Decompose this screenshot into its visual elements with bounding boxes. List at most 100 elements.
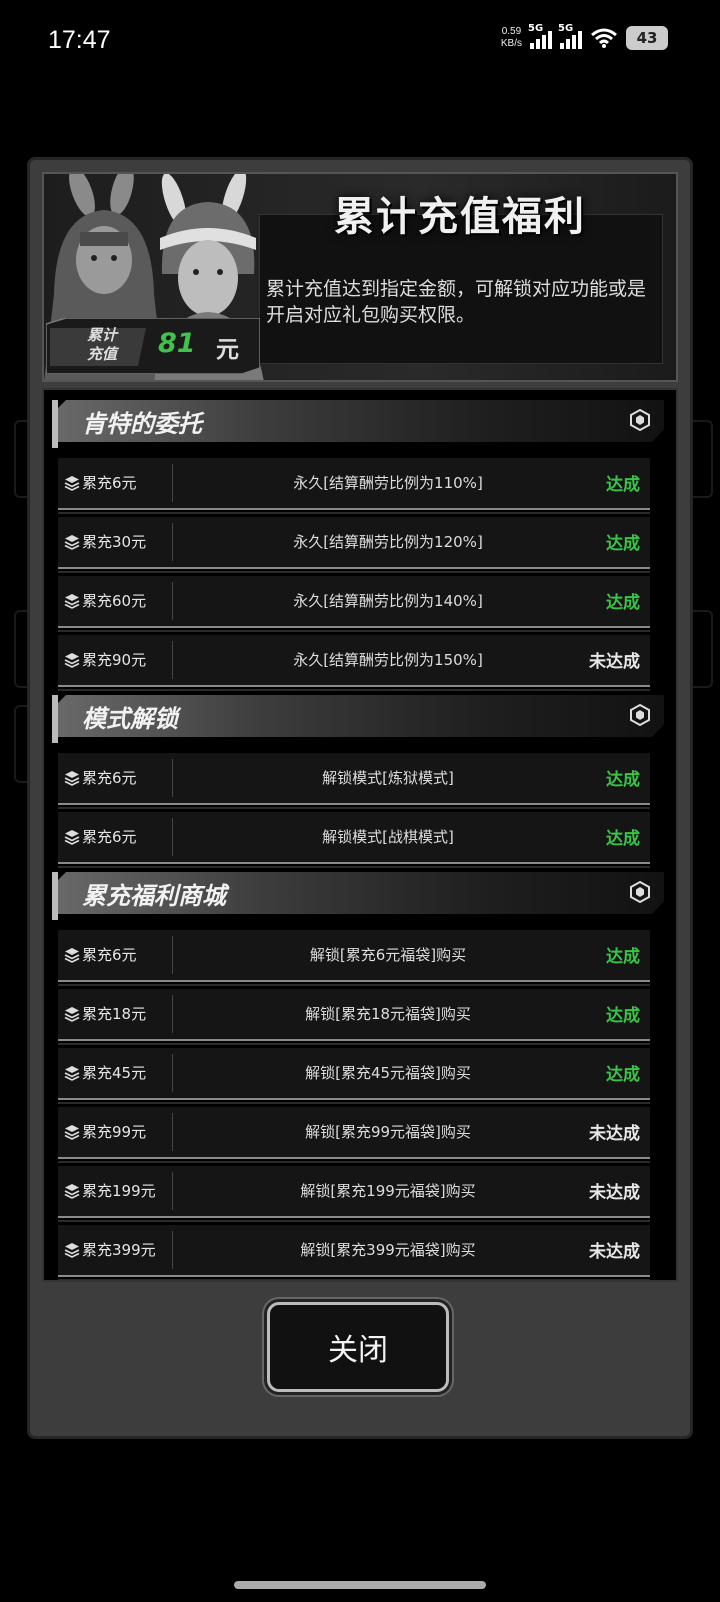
- recharge-rewards-dialog: 累计充值福利 累计充值达到指定金额，可解锁对应功能或是开启对应礼包购买权限。 累…: [27, 157, 693, 1439]
- dialog-description: 累计充值达到指定金额，可解锁对应功能或是开启对应礼包购买权限。: [266, 278, 647, 326]
- home-indicator[interactable]: [234, 1581, 486, 1589]
- reward-row: 累充6元 解锁[累充6元福袋]购买 达成: [58, 930, 650, 986]
- row-status: 未达成: [589, 1124, 640, 1144]
- rewards-list[interactable]: 肯特的委托 累充6元 永久[结算酬劳比例为110%] 达成 累充30元 永久[结算酬劳比例…: [42, 388, 678, 1282]
- layers-icon: [64, 534, 80, 550]
- reward-row: 累充399元 解锁[累充399元福袋]购买 未达成: [58, 1225, 650, 1280]
- row-divider: [172, 1054, 173, 1092]
- network-speed: 0.59 KB/s: [500, 26, 522, 49]
- row-status: 达成: [606, 475, 640, 495]
- reward-row: 累充6元 解锁模式[战棋模式] 达成: [58, 812, 650, 868]
- row-requirement: 累充6元: [82, 474, 137, 492]
- row-requirement: 累充90元: [82, 651, 147, 669]
- reward-row: 累充90元 永久[结算酬劳比例为150%] 未达成: [58, 635, 650, 691]
- row-reward: 解锁模式[炼狱模式]: [322, 769, 454, 787]
- row-reward: 解锁[累充6元福袋]购买: [309, 946, 467, 964]
- row-status: 未达成: [589, 1183, 640, 1203]
- status-time: 17:47: [48, 26, 111, 54]
- row-reward: 解锁模式[战棋模式]: [322, 828, 454, 846]
- total-recharge-unit: 元: [216, 337, 239, 363]
- reward-row: 累充99元 解锁[累充99元福袋]购买 未达成: [58, 1107, 650, 1163]
- row-reward: 解锁[累充199元福袋]购买: [300, 1182, 476, 1200]
- layers-icon: [64, 652, 80, 668]
- row-requirement: 累充6元: [82, 769, 137, 787]
- section-edge: [52, 695, 58, 743]
- section-title: 累充福利商城: [82, 882, 226, 910]
- layers-icon: [64, 1242, 80, 1258]
- row-status: 达成: [606, 534, 640, 554]
- layers-icon: [64, 947, 80, 963]
- row-status: 达成: [606, 1006, 640, 1026]
- row-reward: 解锁[累充18元福袋]购买: [305, 1005, 471, 1023]
- reward-row: 累充199元 解锁[累充199元福袋]购买 未达成: [58, 1166, 650, 1222]
- row-status: 未达成: [589, 1242, 640, 1262]
- row-divider: [172, 641, 173, 679]
- row-requirement: 累充45元: [82, 1064, 147, 1082]
- row-status: 达成: [606, 1065, 640, 1085]
- total-recharge-label: 累计 充值: [86, 326, 117, 363]
- row-divider: [172, 995, 173, 1033]
- row-divider: [172, 464, 173, 502]
- section-header: 肯特的委托: [52, 400, 664, 448]
- row-status: 未达成: [589, 652, 640, 672]
- status-bar: 17:47 0.59 KB/s 5G 5G 43: [0, 0, 720, 80]
- reward-row: 累充18元 解锁[累充18元福袋]购买 达成: [58, 989, 650, 1045]
- total-recharge-value: 81: [158, 328, 196, 359]
- dialog-header: 累计充值福利 累计充值达到指定金额，可解锁对应功能或是开启对应礼包购买权限。 累…: [42, 172, 678, 382]
- layers-icon: [64, 829, 80, 845]
- row-divider: [172, 582, 173, 620]
- row-divider: [172, 523, 173, 561]
- hexagon-icon: [628, 880, 652, 904]
- layers-icon: [64, 475, 80, 491]
- reward-row: 累充6元 永久[结算酬劳比例为110%] 达成: [58, 458, 650, 514]
- row-requirement: 累充6元: [82, 828, 137, 846]
- row-divider: [172, 1172, 173, 1210]
- section-edge: [52, 400, 58, 448]
- reward-row: 累充45元 解锁[累充45元福袋]购买 达成: [58, 1048, 650, 1104]
- layers-icon: [64, 1124, 80, 1140]
- row-divider: [172, 818, 173, 856]
- layers-icon: [64, 1006, 80, 1022]
- reward-row: 累充6元 解锁模式[炼狱模式] 达成: [58, 753, 650, 809]
- row-divider: [172, 1113, 173, 1151]
- layers-icon: [64, 1183, 80, 1199]
- layers-icon: [64, 1065, 80, 1081]
- total-recharge-box: 累计 充值 81 元: [46, 318, 260, 374]
- section-edge: [52, 872, 58, 920]
- battery-icon: 43: [626, 26, 668, 50]
- row-status: 达成: [606, 829, 640, 849]
- dialog-title: 累计充值福利: [334, 194, 586, 240]
- row-requirement: 累充30元: [82, 533, 147, 551]
- layers-icon: [64, 770, 80, 786]
- row-status: 达成: [606, 947, 640, 967]
- row-requirement: 累充199元: [82, 1182, 156, 1200]
- row-reward: 解锁[累充99元福袋]购买: [305, 1123, 471, 1141]
- row-reward: 解锁[累充399元福袋]购买: [300, 1241, 476, 1259]
- row-status: 达成: [606, 593, 640, 613]
- layers-icon: [64, 593, 80, 609]
- section-header: 模式解锁: [52, 695, 664, 743]
- status-icons: 0.59 KB/s 5G 5G 43: [500, 23, 668, 50]
- row-reward: 永久[结算酬劳比例为150%]: [293, 651, 483, 669]
- row-requirement: 累充6元: [82, 946, 137, 964]
- reward-row: 累充30元 永久[结算酬劳比例为120%] 达成: [58, 517, 650, 573]
- row-divider: [172, 1231, 173, 1269]
- wifi-icon: [591, 28, 617, 48]
- row-requirement: 累充399元: [82, 1241, 156, 1259]
- signal-icon: 5G: [528, 23, 552, 49]
- hexagon-icon: [628, 703, 652, 727]
- row-reward: 永久[结算酬劳比例为110%]: [293, 474, 483, 492]
- row-divider: [172, 936, 173, 974]
- row-reward: 永久[结算酬劳比例为140%]: [293, 592, 483, 610]
- row-requirement: 累充18元: [82, 1005, 147, 1023]
- section-title: 模式解锁: [82, 705, 178, 733]
- signal-icon: 5G: [558, 23, 582, 49]
- hexagon-icon: [628, 408, 652, 432]
- row-reward: 永久[结算酬劳比例为120%]: [293, 533, 483, 551]
- close-button[interactable]: 关闭: [267, 1302, 449, 1392]
- row-divider: [172, 759, 173, 797]
- row-status: 达成: [606, 770, 640, 790]
- section-title: 肯特的委托: [82, 410, 202, 438]
- row-reward: 解锁[累充45元福袋]购买: [305, 1064, 471, 1082]
- reward-row: 累充60元 永久[结算酬劳比例为140%] 达成: [58, 576, 650, 632]
